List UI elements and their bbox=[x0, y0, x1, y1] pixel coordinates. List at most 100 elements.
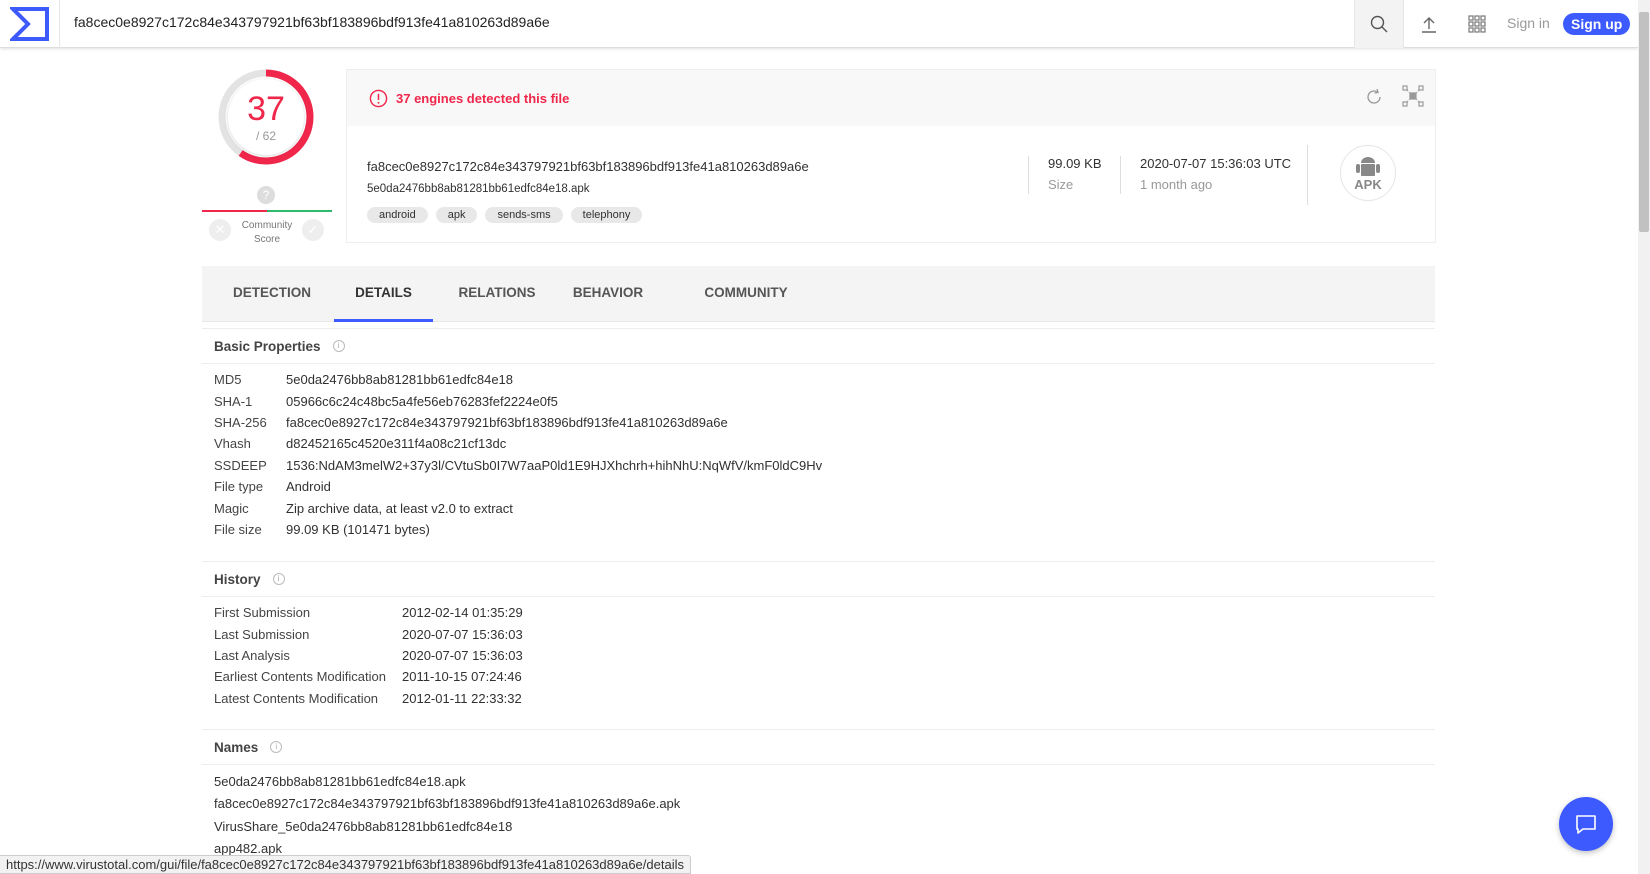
property-row: MD5 5e0da2476bb8ab81281bb61edfc84e18 bbox=[202, 369, 1435, 390]
info-icon[interactable]: i bbox=[270, 741, 283, 753]
name-item: 5e0da2476bb8ab81281bb61edfc84e18.apk bbox=[214, 773, 466, 789]
property-row: Magic Zip archive data, at least v2.0 to … bbox=[202, 497, 1435, 518]
community-label-score: Score bbox=[253, 234, 281, 245]
file-size: 99.09 KB Size bbox=[1028, 156, 1102, 194]
property-value: fa8cec0e8927c172c84e343797921bf63bf18389… bbox=[286, 414, 728, 430]
history-section: History i First Submission 2012-02-14 01:3… bbox=[202, 561, 1435, 709]
grid-icon bbox=[1468, 15, 1486, 33]
property-row: Latest Contents Modification 2012-01-11 2… bbox=[202, 688, 1435, 709]
upload-icon bbox=[1422, 17, 1436, 33]
vote-harmless-button[interactable]: ✓ bbox=[302, 219, 324, 241]
property-label: Vhash bbox=[214, 436, 251, 452]
property-row: File size 99.09 KB (101471 bytes) bbox=[202, 519, 1435, 540]
property-label: SHA-1 bbox=[214, 393, 253, 409]
sign-in-link[interactable]: Sign in bbox=[1507, 15, 1550, 31]
file-summary-card: 37 engines detected this file fa8cec0e89… bbox=[346, 69, 1436, 243]
divider bbox=[1307, 145, 1308, 205]
file-size-value: 99.09 KB bbox=[1048, 156, 1102, 171]
property-row: Vhash d82452165c4520e311f4a08c21cf13dc bbox=[202, 433, 1435, 454]
property-value: 2020-07-07 15:36:03 bbox=[402, 647, 523, 663]
property-label: Earliest Contents Modification bbox=[214, 669, 386, 685]
property-row: SSDEEP 1536:NdAM3melW2+37y3l/CVtuSb0I7W7a… bbox=[202, 455, 1435, 476]
tab-community[interactable]: COMMUNITY bbox=[686, 266, 806, 322]
tab-relations[interactable]: RELATIONS bbox=[442, 266, 552, 322]
property-label: Last Analysis bbox=[214, 647, 290, 663]
tab-details[interactable]: DETAILS bbox=[334, 266, 433, 322]
info-icon[interactable]: i bbox=[332, 340, 345, 352]
property-row: File type Android bbox=[202, 476, 1435, 497]
file-type-badge: APK bbox=[1340, 145, 1396, 201]
file-type-label: APK bbox=[1354, 176, 1382, 192]
property-value: Zip archive data, at least v2.0 to extra… bbox=[286, 500, 513, 516]
tag[interactable]: telephony bbox=[570, 207, 643, 223]
property-label: Latest Contents Modification bbox=[214, 690, 379, 706]
community-score: ? ✕ ✓ Community Score bbox=[202, 186, 332, 246]
property-row: Last Submission 2020-07-07 15:36:03 bbox=[202, 623, 1435, 644]
community-bar-bad bbox=[202, 210, 267, 212]
property-value: 99.09 KB (101471 bytes) bbox=[286, 521, 430, 537]
basic-properties-section: Basic Properties i MD5 5e0da2476bb8ab81281… bbox=[202, 328, 1435, 540]
reanalyze-icon[interactable] bbox=[1364, 87, 1384, 107]
tab-behavior[interactable]: BEHAVIOR bbox=[558, 266, 658, 322]
chat-button[interactable] bbox=[1559, 797, 1613, 851]
analysis-date: 2020-07-07 15:36:03 UTC 1 month ago bbox=[1120, 156, 1291, 194]
property-row: Last Analysis 2020-07-07 15:36:03 bbox=[202, 645, 1435, 666]
community-label: Community bbox=[241, 220, 293, 231]
search-input[interactable]: fa8cec0e8927c172c84e343797921bf63bf18389… bbox=[74, 14, 1274, 30]
section-title: History bbox=[214, 571, 261, 587]
property-row: SHA-256 fa8cec0e8927c172c84e343797921bf63… bbox=[202, 412, 1435, 433]
names-section: Names i 5e0da2476bb8ab81281bb61edfc84e18.… bbox=[202, 729, 1435, 860]
property-value: Android bbox=[286, 479, 331, 495]
analysis-date-value: 2020-07-07 15:36:03 UTC bbox=[1140, 156, 1292, 171]
detection-alert: 37 engines detected this file bbox=[396, 90, 570, 106]
property-row: SHA-1 05966c6c24c48bc5a4fe56eb76283fef222… bbox=[202, 390, 1435, 411]
property-label: Magic bbox=[214, 500, 249, 516]
property-label: MD5 bbox=[214, 372, 242, 388]
info-icon[interactable]: i bbox=[272, 573, 285, 585]
property-value: 05966c6c24c48bc5a4fe56eb76283fef2224e0f5 bbox=[286, 393, 558, 409]
status-bar-url: https://www.virustotal.com/gui/file/fa8c… bbox=[0, 855, 691, 874]
file-name: 5e0da2476bb8ab81281bb61edfc84e18.apk bbox=[367, 183, 590, 195]
tag[interactable]: android bbox=[367, 207, 428, 223]
sign-up-button[interactable]: Sign up bbox=[1563, 13, 1631, 35]
property-value: 2020-07-07 15:36:03 bbox=[402, 626, 523, 642]
scrollbar[interactable] bbox=[1638, 0, 1650, 874]
alert-icon bbox=[369, 89, 388, 107]
property-label: File size bbox=[214, 521, 262, 537]
property-value: 2012-02-14 01:35:29 bbox=[402, 605, 523, 621]
virustotal-logo[interactable] bbox=[0, 0, 60, 48]
property-value: 5e0da2476bb8ab81281bb61edfc84e18 bbox=[286, 372, 514, 388]
tab-detection[interactable]: DETECTION bbox=[222, 266, 322, 322]
apps-menu-button[interactable] bbox=[1452, 0, 1502, 48]
engine-total: / 62 bbox=[255, 129, 276, 143]
graph-view-icon[interactable] bbox=[1402, 85, 1424, 107]
name-item: fa8cec0e8927c172c84e343797921bf63bf18389… bbox=[214, 796, 681, 812]
upload-button[interactable] bbox=[1404, 0, 1454, 48]
name-item: VirusShare_5e0da2476bb8ab81281bb61edfc84… bbox=[214, 818, 513, 834]
section-title: Basic Properties bbox=[214, 338, 321, 354]
section-title: Names bbox=[214, 739, 259, 755]
file-sha256[interactable]: fa8cec0e8927c172c84e343797921bf63bf18389… bbox=[367, 159, 809, 174]
property-label: File type bbox=[214, 479, 264, 495]
property-value: 1536:NdAM3melW2+37y3l/CVtuSb0I7W7aaP0ld1… bbox=[286, 457, 823, 473]
search-button[interactable] bbox=[1354, 0, 1404, 48]
vote-harmful-button[interactable]: ✕ bbox=[209, 219, 231, 241]
chat-icon bbox=[1576, 815, 1596, 834]
property-label: SHA-256 bbox=[214, 414, 267, 430]
property-value: d82452165c4520e311f4a08c21cf13dc bbox=[286, 436, 507, 452]
top-bar: fa8cec0e8927c172c84e343797921bf63bf18389… bbox=[0, 0, 1638, 48]
community-question-icon: ? bbox=[257, 186, 275, 204]
tag[interactable]: apk bbox=[435, 207, 478, 223]
search-icon bbox=[1370, 15, 1388, 33]
file-size-label: Size bbox=[1048, 177, 1074, 192]
community-bar-good bbox=[267, 210, 332, 212]
property-label: Last Submission bbox=[214, 626, 310, 642]
tag[interactable]: sends-sms bbox=[485, 207, 563, 223]
property-value: 2011-10-15 07:24:46 bbox=[402, 669, 522, 685]
property-label: First Submission bbox=[214, 605, 311, 621]
scrollbar-thumb[interactable] bbox=[1639, 12, 1649, 232]
property-row: First Submission 2012-02-14 01:35:29 bbox=[202, 602, 1435, 623]
property-row: Earliest Contents Modification 2011-10-15… bbox=[202, 666, 1435, 687]
tag-list: android apk sends-sms telephony bbox=[367, 207, 643, 223]
tab-bar: DETECTION DETAILS RELATIONS BEHAVIOR COM… bbox=[202, 266, 1435, 322]
